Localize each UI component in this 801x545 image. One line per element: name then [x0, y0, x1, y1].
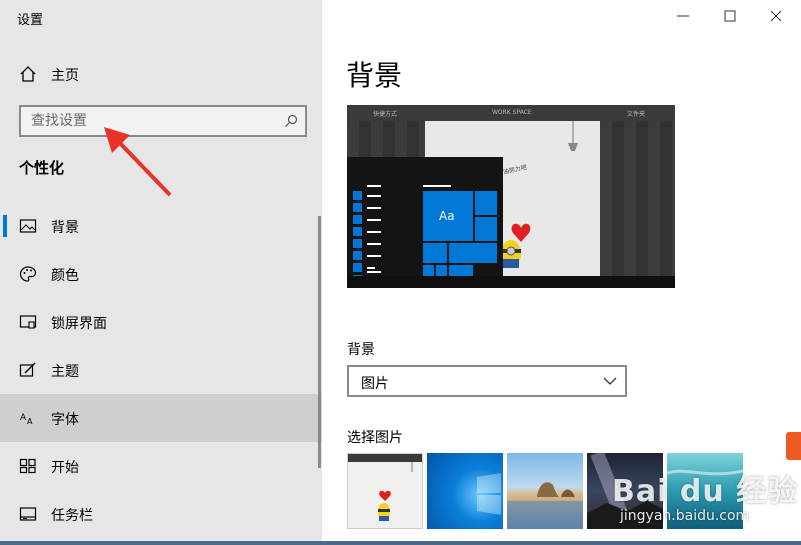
- background-type-dropdown[interactable]: 图片: [347, 365, 627, 397]
- window-title: 设置: [17, 13, 44, 28]
- sidebar-item-label: 字体: [51, 412, 79, 428]
- sidebar-item-label: 任务栏: [51, 508, 93, 524]
- sidebar-item-taskbar[interactable]: 任务栏: [0, 490, 322, 538]
- svg-text:A: A: [27, 417, 33, 426]
- main-content: 背景 快捷方式 WORK SPACE 文件夹 给自己加油努力吧 Aa 背景 图片…: [322, 0, 801, 545]
- sidebar-item-fonts[interactable]: A A 字体: [0, 394, 322, 442]
- taskbar-icon: [19, 507, 37, 521]
- annotation-arrow: [104, 127, 172, 197]
- page-title: 背景: [346, 59, 403, 92]
- sidebar-item-background[interactable]: 背景: [0, 202, 322, 250]
- preview-start-menu: [347, 157, 503, 284]
- sidebar-item-colors[interactable]: 颜色: [0, 250, 322, 298]
- close-icon[interactable]: [768, 8, 784, 24]
- sidebar-item-label: 主页: [51, 68, 79, 84]
- preview-tile-text: Aa: [439, 209, 455, 223]
- desktop-strip: [0, 541, 801, 545]
- palette-icon: [19, 266, 37, 282]
- sidebar-item-themes[interactable]: 主题: [0, 346, 322, 394]
- search-icon[interactable]: [283, 113, 299, 129]
- sidebar-item-label: 锁屏界面: [51, 316, 107, 332]
- sidebar-item-label: 开始: [51, 460, 79, 476]
- svg-text:A: A: [20, 413, 27, 423]
- active-indicator: [3, 215, 7, 237]
- sidebar-item-lock-screen[interactable]: 锁屏界面: [0, 298, 322, 346]
- desktop-preview: 快捷方式 WORK SPACE 文件夹 给自己加油努力吧 Aa: [347, 105, 675, 288]
- watermark-logo: Bai du 经验: [612, 474, 799, 509]
- chevron-down-icon: [603, 377, 617, 385]
- watermark-url: jingyan.baidu.com: [620, 508, 750, 524]
- edge-badge: [786, 432, 801, 460]
- preview-topbar: 快捷方式 WORK SPACE 文件夹: [347, 105, 675, 121]
- preview-wall-stripes: [600, 121, 675, 281]
- lock-screen-icon: [19, 315, 37, 329]
- theme-icon: [19, 362, 36, 377]
- beach-rocks-thumbnail[interactable]: [507, 453, 583, 529]
- sidebar-item-start[interactable]: 开始: [0, 442, 322, 490]
- sidebar-item-home[interactable]: 主页: [0, 56, 322, 92]
- font-icon: A A: [20, 413, 33, 426]
- home-icon: [20, 66, 36, 82]
- section-title: 个性化: [19, 159, 65, 177]
- scrollbar[interactable]: [318, 216, 321, 468]
- preview-topbar-label: 快捷方式: [373, 111, 398, 118]
- start-icon: [19, 458, 36, 474]
- sidebar-item-label: 颜色: [51, 268, 79, 284]
- sidebar-item-label: 主题: [51, 364, 79, 380]
- preview-topbar-label: 文件夹: [627, 111, 646, 118]
- preview-taskbar: [347, 276, 675, 288]
- sidebar: 设置 主页 个性化 背景 颜色 锁屏界面: [0, 0, 322, 545]
- dropdown-value: 图片: [361, 376, 389, 392]
- background-label: 背景: [347, 342, 375, 358]
- picture-icon: [19, 219, 37, 233]
- windows-blue-thumbnail[interactable]: [427, 453, 503, 529]
- sidebar-item-label: 背景: [51, 220, 79, 236]
- minimize-icon[interactable]: [675, 8, 691, 24]
- choose-picture-label: 选择图片: [347, 430, 403, 446]
- maximize-icon[interactable]: [722, 8, 738, 24]
- minion-wall-thumbnail[interactable]: [347, 453, 423, 529]
- preview-topbar-label: WORK SPACE: [492, 109, 532, 116]
